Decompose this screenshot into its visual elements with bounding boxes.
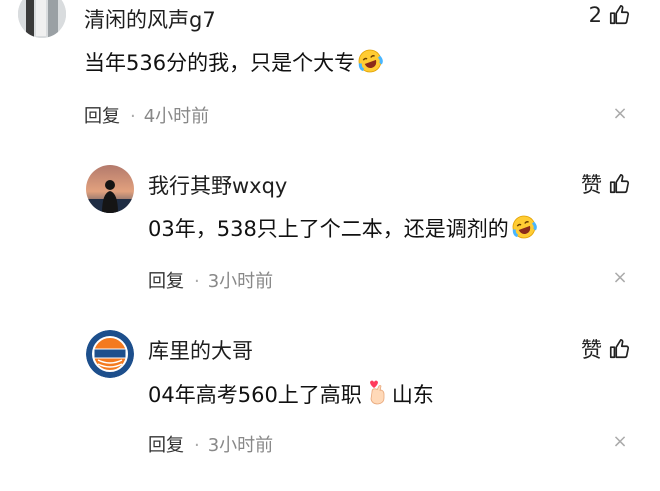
thumbs-up-icon bbox=[609, 339, 630, 359]
like-button[interactable]: 2 bbox=[589, 3, 630, 27]
username[interactable]: 库里的大哥 bbox=[148, 335, 253, 365]
timestamp: 3小时前 bbox=[207, 435, 274, 456]
comment-meta: 回复 · 3小时前 bbox=[148, 431, 273, 457]
avatar-image bbox=[86, 165, 134, 213]
comment-meta: 回复 · 4小时前 bbox=[84, 102, 209, 128]
thumbs-up-icon bbox=[609, 174, 630, 194]
comment-text: 当年536分的我，只是个大专 bbox=[84, 47, 383, 79]
thumbs-up-icon bbox=[609, 5, 630, 25]
close-icon[interactable]: × bbox=[610, 104, 630, 124]
avatar[interactable] bbox=[86, 330, 134, 378]
comment-text-body: 03年，538只上了个二本，还是调剂的 bbox=[148, 217, 509, 241]
like-button[interactable]: 赞 bbox=[581, 169, 630, 199]
separator: · bbox=[194, 271, 200, 292]
team-logo-avatar bbox=[86, 330, 134, 378]
avatar-image bbox=[18, 0, 66, 38]
close-icon[interactable]: × bbox=[610, 268, 630, 288]
separator: · bbox=[194, 435, 200, 456]
timestamp: 4小时前 bbox=[143, 106, 210, 127]
like-count: 2 bbox=[588, 3, 602, 27]
reply-button[interactable]: 回复 bbox=[84, 106, 120, 127]
laugh-cry-emoji-icon bbox=[357, 48, 383, 79]
comment-text: 04年高考560上了高职 山东 bbox=[148, 378, 434, 411]
comment-meta: 回复 · 3小时前 bbox=[148, 267, 273, 293]
finger-heart-emoji-icon bbox=[364, 378, 392, 411]
close-icon[interactable]: × bbox=[610, 432, 630, 452]
avatar[interactable] bbox=[18, 0, 66, 38]
username[interactable]: 我行其野wxqy bbox=[148, 170, 287, 200]
comment-text-body: 04年高考560上了高职 bbox=[148, 383, 362, 407]
username[interactable]: 清闲的风声g7 bbox=[84, 4, 216, 34]
reply-button[interactable]: 回复 bbox=[148, 271, 184, 292]
like-button[interactable]: 赞 bbox=[581, 334, 630, 364]
like-label: 赞 bbox=[581, 338, 602, 362]
comment-text-tail: 山东 bbox=[391, 383, 434, 407]
reply-button[interactable]: 回复 bbox=[148, 435, 184, 456]
laugh-cry-emoji-icon bbox=[511, 214, 537, 245]
timestamp: 3小时前 bbox=[207, 271, 274, 292]
comment-text: 03年，538只上了个二本，还是调剂的 bbox=[148, 213, 537, 245]
like-label: 赞 bbox=[581, 173, 602, 197]
separator: · bbox=[130, 106, 136, 127]
avatar[interactable] bbox=[86, 165, 134, 213]
comment-text-body: 当年536分的我，只是个大专 bbox=[84, 51, 356, 75]
